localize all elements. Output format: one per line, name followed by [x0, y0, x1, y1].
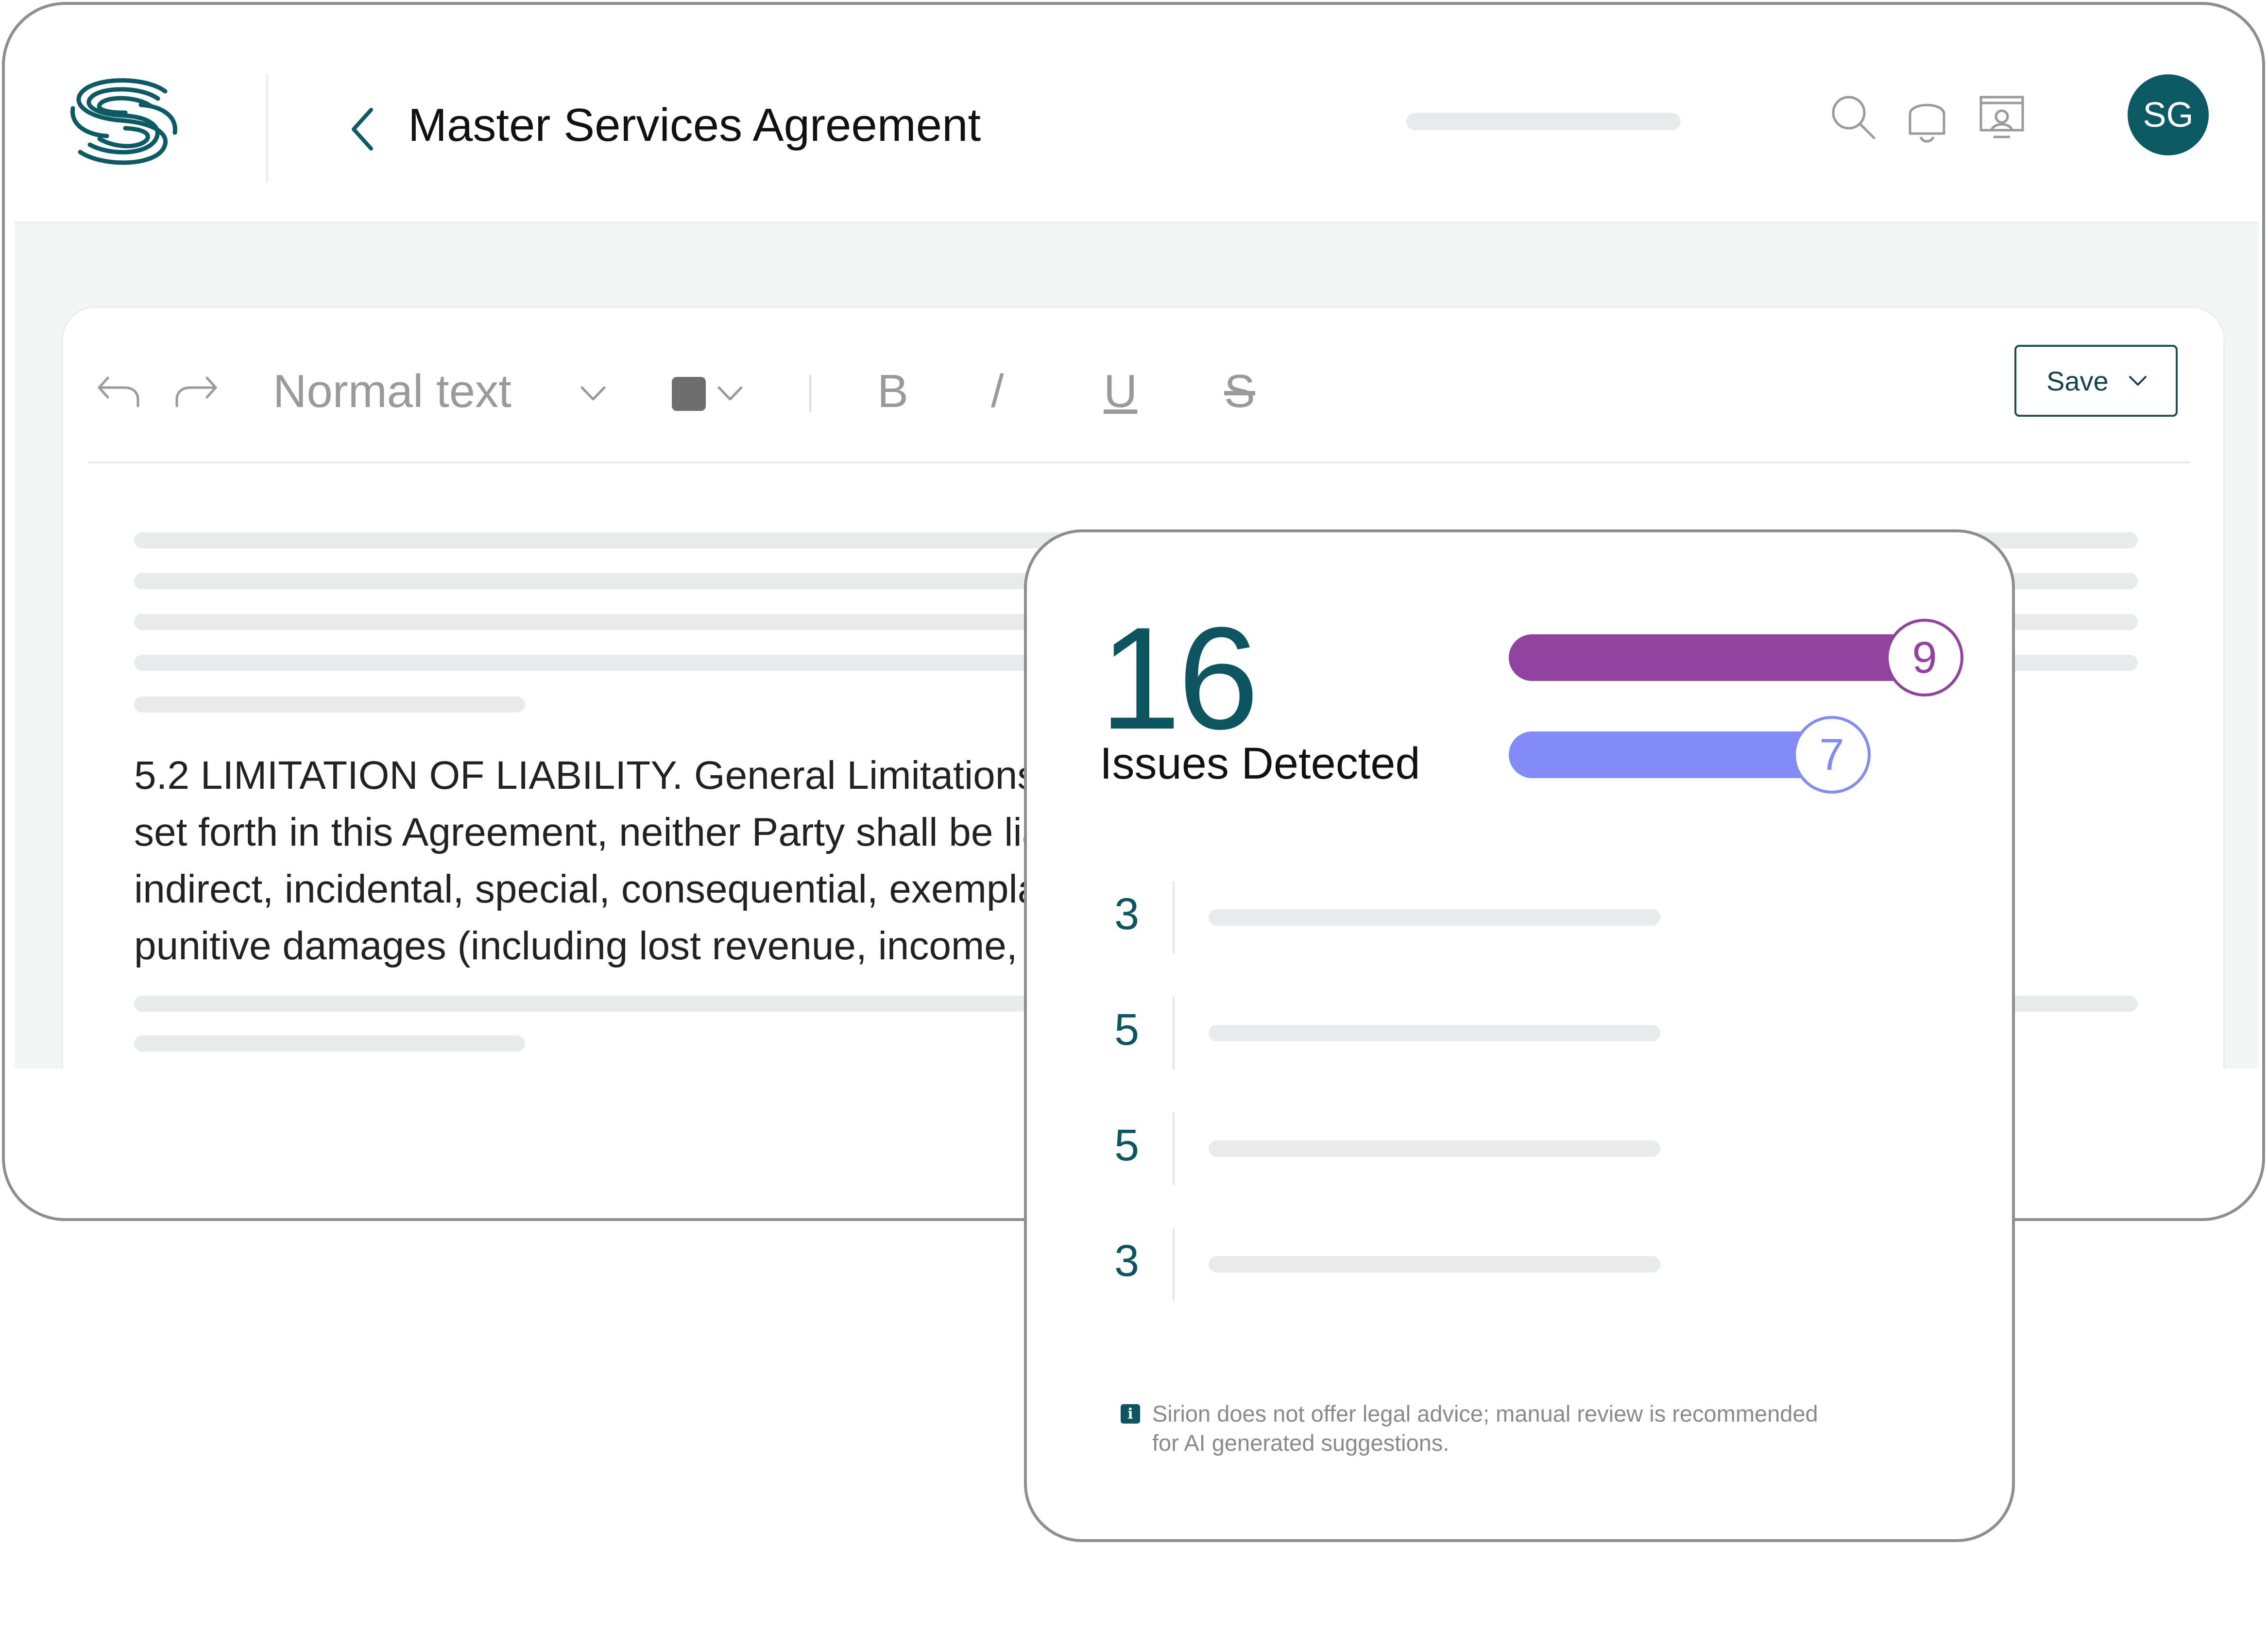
toolbar-divider [809, 375, 811, 412]
issue-row-placeholder[interactable] [1209, 1025, 1660, 1041]
issue-row-divider [1173, 997, 1175, 1070]
search-icon[interactable] [1829, 93, 1878, 142]
issue-row-divider [1173, 881, 1175, 954]
save-button-label: Save [2046, 365, 2109, 396]
issue-row-count: 3 [1114, 1236, 1140, 1286]
clause-line: set forth in this Agreement, neither Par… [134, 810, 1057, 854]
back-chevron-icon[interactable] [348, 106, 377, 153]
issue-row-placeholder[interactable] [1209, 909, 1660, 926]
issues-label: Issues Detected [1100, 739, 1420, 788]
issues-total: 16 [1100, 596, 1259, 760]
text-line-placeholder [134, 696, 525, 713]
issue-row-placeholder[interactable] [1209, 1140, 1660, 1157]
user-avatar[interactable]: SG [2128, 74, 2209, 155]
save-button[interactable]: Save [2014, 345, 2178, 417]
disclaimer-line: for AI generated suggestions. [1152, 1430, 1449, 1456]
clause-text: 5.2 LIMITATION OF LIABILITY. General Lim… [134, 747, 1057, 975]
issue-row-placeholder[interactable] [1209, 1256, 1660, 1273]
strikethrough-button[interactable]: S [1224, 368, 1255, 415]
underline-button[interactable]: U [1104, 368, 1137, 415]
text-line-placeholder [134, 1036, 525, 1052]
issue-row-divider [1173, 1228, 1175, 1301]
issues-bar-medium-count: 7 [1793, 716, 1871, 794]
color-swatch-icon[interactable] [672, 377, 706, 411]
save-dropdown-chevron-icon[interactable] [2128, 375, 2148, 387]
issue-row-count: 5 [1114, 1005, 1140, 1054]
issues-panel: 16 Issues Detected 9 7 3 5 5 3 i Sirion … [1024, 529, 2015, 1542]
header-divider [266, 74, 268, 183]
bell-icon[interactable] [1905, 92, 1949, 146]
text-style-select[interactable]: Normal text [273, 368, 512, 415]
redo-icon[interactable] [173, 374, 220, 409]
toolbar-bottom-border [88, 461, 2189, 463]
issues-bar-medium [1509, 731, 1834, 778]
logo-icon[interactable] [68, 72, 180, 169]
clause-line: indirect, incidental, special, consequen… [134, 867, 1057, 911]
page-title: Master Services Agreement [408, 99, 981, 151]
italic-button[interactable]: / [991, 368, 1004, 415]
bold-button[interactable]: B [877, 368, 908, 415]
chevron-down-icon[interactable] [580, 386, 606, 401]
disclaimer-line: Sirion does not offer legal advice; manu… [1152, 1401, 1818, 1426]
color-chevron-down-icon[interactable] [717, 386, 743, 401]
info-icon: i [1121, 1404, 1140, 1424]
clause-line: punitive damages (including lost revenue… [134, 924, 1057, 968]
issue-row-divider [1173, 1112, 1175, 1185]
presentation-icon[interactable] [1979, 95, 2025, 139]
issue-row-count: 3 [1114, 889, 1140, 939]
issue-row-count: 5 [1114, 1121, 1140, 1170]
search-bar-placeholder[interactable] [1406, 113, 1681, 130]
issues-bar-high-count: 9 [1886, 619, 1963, 696]
disclaimer-text: Sirion does not offer legal advice; manu… [1152, 1399, 1881, 1458]
undo-icon[interactable] [95, 374, 142, 409]
clause-line: 5.2 LIMITATION OF LIABILITY. General Lim… [134, 753, 1057, 798]
issues-bar-high [1509, 634, 1927, 681]
